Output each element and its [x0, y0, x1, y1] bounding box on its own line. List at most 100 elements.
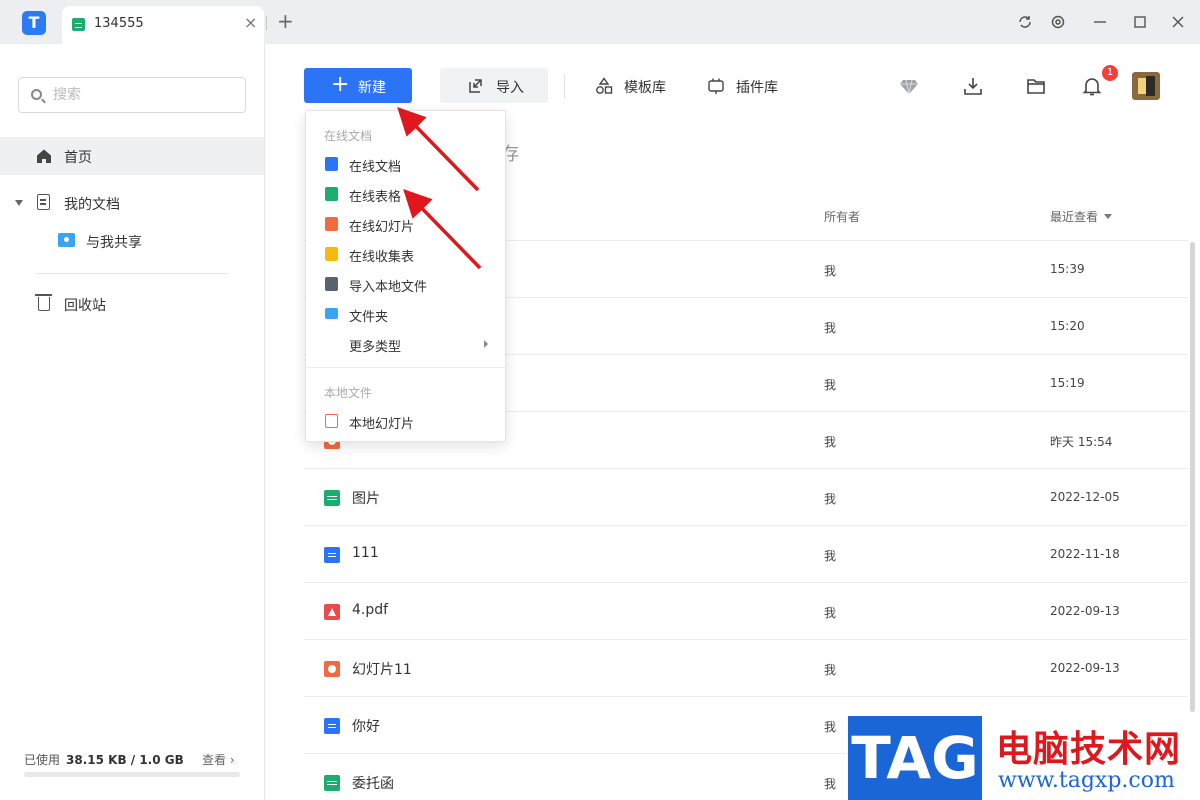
- sheet-file-icon: [324, 490, 340, 506]
- file-time: 15:20: [1050, 319, 1085, 333]
- table-row[interactable]: 幻灯片11 我 2022-09-13: [304, 640, 1188, 697]
- notification-badge: 1: [1102, 65, 1118, 81]
- ppt-icon: [325, 217, 338, 231]
- file-name[interactable]: 4.pdf: [352, 602, 388, 618]
- file-owner: 我: [824, 720, 837, 734]
- menu-item[interactable]: 在线表格: [306, 179, 505, 209]
- file-name[interactable]: 111: [352, 545, 379, 561]
- premium-diamond-icon[interactable]: [898, 75, 920, 97]
- sheet-file-icon: [324, 775, 340, 791]
- pdf-file-icon: [324, 604, 340, 620]
- local-ppt-icon: [325, 414, 338, 428]
- menu-item-label: 在线表格: [349, 190, 402, 205]
- menu-item-label: 本地幻灯片: [349, 417, 415, 432]
- owner-column-header: 所有者: [824, 210, 861, 224]
- notification-bell-icon[interactable]: [1081, 75, 1103, 97]
- sync-icon[interactable]: [1015, 12, 1035, 32]
- table-row[interactable]: 4.pdf 我 2022-09-13: [304, 583, 1188, 640]
- minimize-icon[interactable]: [1090, 12, 1110, 32]
- usage-label: 已使用: [24, 753, 61, 767]
- menu-divider: [306, 367, 505, 368]
- upload-icon: [325, 277, 338, 291]
- tab-active[interactable]: 134555 ×: [62, 6, 264, 44]
- sidebar-item-home[interactable]: 首页: [0, 137, 264, 175]
- file-name[interactable]: 幻灯片11: [352, 659, 412, 679]
- watermark-site-name: 电脑技术网: [996, 729, 1182, 770]
- avatar[interactable]: [1132, 72, 1160, 100]
- watermark-url: www.tagxp.com: [998, 768, 1175, 793]
- menu-item[interactable]: 更多类型: [306, 329, 505, 359]
- watermark: TAG 电脑技术网 www.tagxp.com: [848, 716, 1200, 800]
- shared-folder-icon: [58, 233, 75, 247]
- sidebar-item-label: 首页: [64, 150, 92, 166]
- trash-icon: [35, 294, 52, 311]
- plugin-icon[interactable]: [707, 77, 725, 95]
- import-button[interactable]: 导入: [440, 68, 548, 103]
- close-icon[interactable]: [1168, 12, 1188, 32]
- menu-item-local[interactable]: 本地幻灯片: [306, 406, 505, 436]
- table-row[interactable]: 111 我 2022-11-18: [304, 526, 1188, 583]
- menu-item-label: 更多类型: [349, 340, 402, 355]
- menu-item[interactable]: 文件夹: [306, 299, 505, 329]
- divider: [36, 273, 228, 274]
- sidebar-item-my-docs[interactable]: 我的文档: [64, 194, 120, 214]
- table-row[interactable]: 图片 我 2022-12-05: [304, 469, 1188, 526]
- file-time: 15:39: [1050, 262, 1085, 276]
- folder-icon[interactable]: [1025, 75, 1047, 97]
- settings-icon[interactable]: [1048, 12, 1068, 32]
- file-owner: 我: [824, 777, 837, 791]
- file-name[interactable]: 委托函: [352, 773, 394, 793]
- doc-file-icon: [324, 718, 340, 734]
- template-library-link[interactable]: 模板库: [624, 77, 666, 97]
- doc-icon: [325, 157, 338, 171]
- menu-item-label: 在线文档: [349, 160, 402, 175]
- import-icon: [469, 79, 482, 93]
- scrollbar[interactable]: [1190, 242, 1195, 712]
- sidebar: 首页 我的文档 与我共享 回收站 已使用 38.15 KB / 1.0 GB 查看…: [0, 44, 265, 800]
- title-bar: T 134555 × +: [0, 0, 1200, 44]
- file-time: 2022-11-18: [1050, 547, 1120, 561]
- file-owner: 我: [824, 321, 837, 335]
- menu-item-label: 在线收集表: [349, 250, 415, 265]
- recent-column-label: 最近查看: [1050, 210, 1099, 224]
- sort-caret-icon: [1104, 214, 1113, 219]
- ppt-file-icon: [324, 661, 340, 677]
- menu-item-label: 导入本地文件: [349, 280, 428, 295]
- recent-column-header[interactable]: 最近查看: [1050, 208, 1113, 225]
- file-name[interactable]: 你好: [352, 716, 380, 736]
- usage-view-link[interactable]: 查看 ›: [202, 751, 235, 768]
- doc-file-icon: [324, 547, 340, 563]
- maximize-icon[interactable]: [1130, 12, 1150, 32]
- sidebar-item-shared[interactable]: 与我共享: [86, 232, 142, 252]
- download-icon[interactable]: [962, 75, 984, 97]
- file-name[interactable]: 图片: [352, 488, 380, 508]
- menu-item[interactable]: 在线幻灯片: [306, 209, 505, 239]
- template-icon[interactable]: [595, 77, 613, 95]
- file-time: 2022-09-13: [1050, 604, 1120, 618]
- search-box[interactable]: [18, 77, 246, 113]
- menu-group-local: 本地文件: [324, 386, 373, 400]
- menu-item[interactable]: 在线收集表: [306, 239, 505, 269]
- watermark-logo: TAG: [848, 716, 982, 800]
- toolbar-separator: [564, 74, 565, 98]
- tab-close-icon[interactable]: ×: [244, 14, 257, 32]
- search-input[interactable]: [53, 85, 233, 105]
- file-owner: 我: [824, 435, 837, 449]
- app-logo-icon[interactable]: T: [22, 11, 46, 35]
- usage-progress-bar: [24, 772, 240, 777]
- new-button[interactable]: + 新建: [304, 68, 412, 103]
- menu-item[interactable]: 在线文档: [306, 149, 505, 179]
- sheet-icon: [325, 187, 338, 201]
- file-owner: 我: [824, 606, 837, 620]
- file-time: 15:19: [1050, 376, 1085, 390]
- plugin-library-link[interactable]: 插件库: [736, 77, 778, 97]
- file-owner: 我: [824, 378, 837, 392]
- menu-group-online: 在线文档: [324, 129, 373, 143]
- home-icon: [37, 149, 51, 163]
- file-time: 2022-12-05: [1050, 490, 1120, 504]
- new-tab-icon[interactable]: +: [277, 10, 294, 32]
- collapse-caret-icon[interactable]: [15, 200, 23, 206]
- sidebar-item-trash[interactable]: 回收站: [64, 295, 106, 315]
- menu-item[interactable]: 导入本地文件: [306, 269, 505, 299]
- import-button-label: 导入: [496, 80, 524, 96]
